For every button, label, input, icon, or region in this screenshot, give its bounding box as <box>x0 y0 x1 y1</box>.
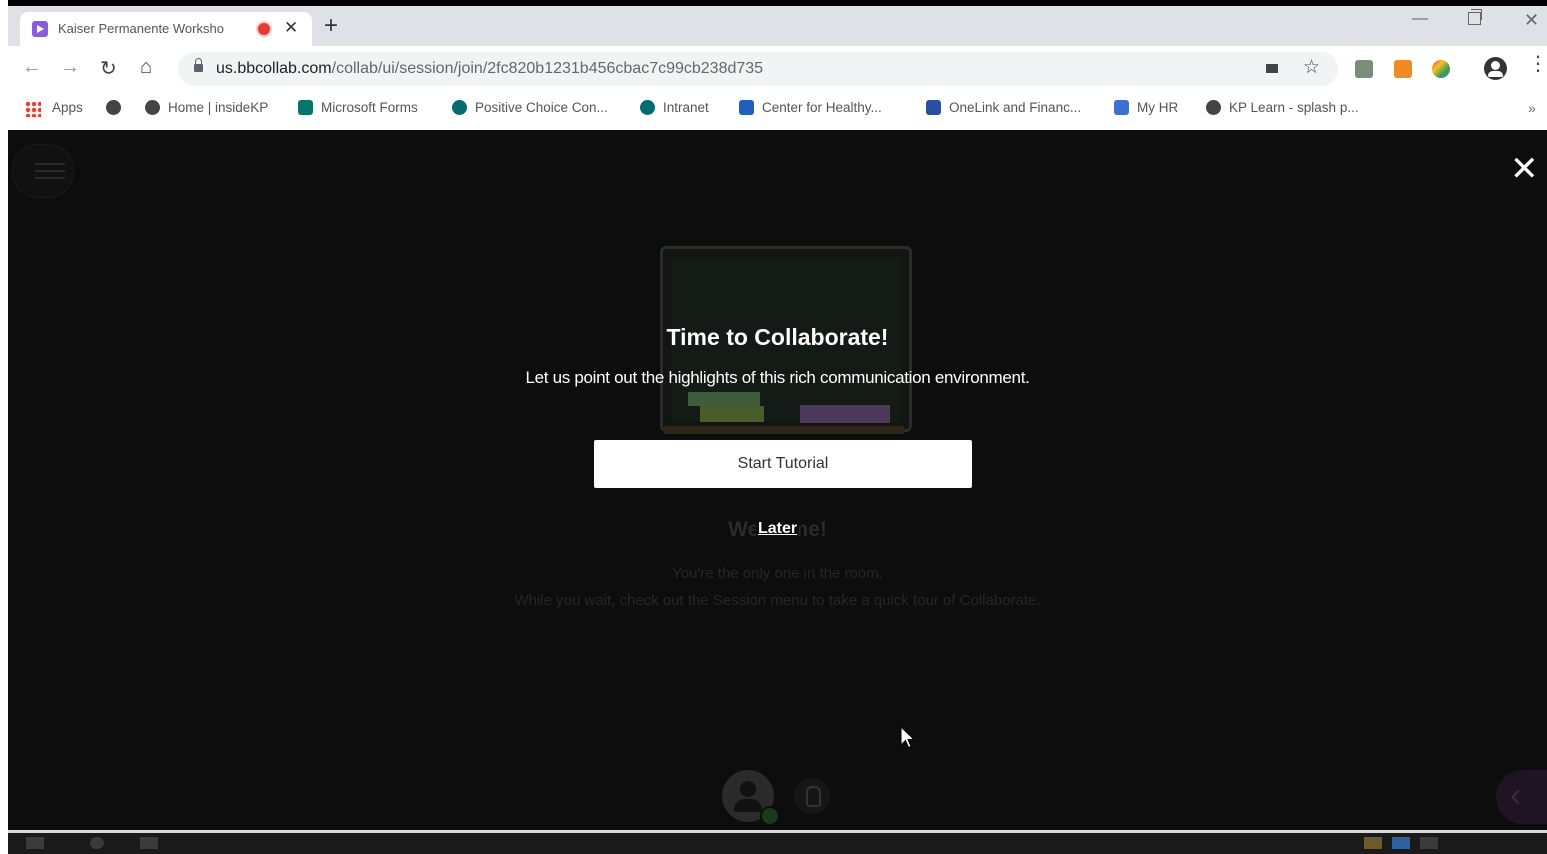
search-icon[interactable] <box>90 837 104 849</box>
bookmarks-overflow-icon[interactable]: » <box>1528 100 1536 116</box>
tray-icon[interactable] <box>1364 837 1382 849</box>
close-window-button[interactable]: ✕ <box>1524 10 1539 31</box>
reload-icon[interactable]: ↻ <box>100 56 117 81</box>
bookmark-my-hr[interactable]: My HR <box>1114 100 1178 115</box>
camera-in-use-icon[interactable] <box>1266 64 1278 73</box>
raise-hand-icon[interactable] <box>794 778 830 814</box>
online-status-icon <box>760 806 780 826</box>
calendar-icon <box>1114 100 1129 115</box>
new-tab-button[interactable]: + <box>324 12 338 40</box>
bookmarks-bar: Apps Home | insideKP Microsoft Forms Pos… <box>8 92 1547 130</box>
browser-toolbar: ← → ↻ ⌂ us.bbcollab.com/collab/ui/sessio… <box>8 46 1547 92</box>
sharepoint-icon <box>452 100 467 115</box>
extension-icon[interactable] <box>1394 60 1412 78</box>
forward-arrow-icon[interactable]: → <box>60 56 80 79</box>
books-illustration <box>800 405 890 423</box>
lock-icon <box>194 58 203 72</box>
bookmark-microsoft-forms[interactable]: Microsoft Forms <box>298 100 418 115</box>
apps-grid-icon[interactable] <box>25 101 41 117</box>
bookmark-intranet[interactable]: Intranet <box>640 100 709 115</box>
later-link[interactable]: Later <box>755 520 800 537</box>
bookmark-globe[interactable] <box>106 100 129 115</box>
forms-icon <box>298 100 313 115</box>
document-icon <box>739 100 754 115</box>
close-tutorial-icon[interactable]: ✕ <box>1510 152 1539 186</box>
start-icon[interactable] <box>26 837 44 849</box>
session-menu-button[interactable] <box>12 144 74 198</box>
task-view-icon[interactable] <box>140 837 158 849</box>
collaborate-session: ✕ Welcome! You're the only one in the ro… <box>8 130 1547 830</box>
mouse-cursor-icon <box>900 726 916 749</box>
extension-icon[interactable] <box>1355 60 1373 78</box>
minimize-window-button[interactable]: — <box>1412 10 1428 28</box>
browser-tab-strip: Kaiser Permanente Worksho ✕ + — ✕ <box>8 6 1547 46</box>
room-status-text: You're the only one in the room. <box>672 565 883 582</box>
bookmark-onelink[interactable]: OneLink and Financ... <box>926 100 1081 115</box>
url-text: us.bbcollab.com/collab/ui/session/join/2… <box>216 60 764 77</box>
globe-icon <box>106 100 121 115</box>
people-icon <box>926 100 941 115</box>
bookmark-positive-choice[interactable]: Positive Choice Con... <box>452 100 608 115</box>
books-illustration <box>700 406 764 422</box>
start-tutorial-button[interactable]: Start Tutorial <box>594 440 972 488</box>
sharepoint-icon <box>640 100 655 115</box>
collaborate-panel-toggle[interactable] <box>1496 770 1547 824</box>
tray-icon[interactable] <box>1420 837 1438 849</box>
extension-icon[interactable] <box>1432 60 1450 78</box>
globe-icon <box>1206 100 1221 115</box>
screen-border-left <box>0 0 8 854</box>
address-bar[interactable]: us.bbcollab.com/collab/ui/session/join/2… <box>178 52 1338 86</box>
recording-indicator-icon <box>258 23 270 35</box>
bookmark-kp-learn[interactable]: KP Learn - splash p... <box>1206 100 1359 115</box>
tutorial-subtitle: Let us point out the highlights of this … <box>525 368 1030 387</box>
tutorial-title: Time to Collaborate! <box>666 324 889 350</box>
tab-title: Kaiser Permanente Worksho <box>58 21 224 36</box>
bookmark-apps[interactable]: Apps <box>52 100 83 115</box>
books-illustration <box>688 392 760 406</box>
bookmark-star-icon[interactable]: ☆ <box>1303 56 1320 79</box>
tray-icon[interactable] <box>1392 837 1410 849</box>
room-hint-text: While you wait, check out the Session me… <box>514 592 1041 609</box>
later-link-wrapper: Later <box>8 520 1547 538</box>
browser-tab[interactable]: Kaiser Permanente Worksho ✕ <box>20 12 312 46</box>
browser-menu-icon[interactable]: ⋮ <box>1528 54 1547 74</box>
collaborate-favicon-icon <box>32 21 48 37</box>
bookmark-center-for-healthy[interactable]: Center for Healthy... <box>739 100 882 115</box>
os-taskbar <box>8 833 1547 854</box>
globe-icon <box>145 100 160 115</box>
shelf-illustration <box>664 426 904 434</box>
home-icon[interactable]: ⌂ <box>140 56 152 79</box>
restore-window-button[interactable] <box>1468 9 1482 25</box>
back-arrow-icon[interactable]: ← <box>22 56 42 79</box>
bookmark-home-insidekp[interactable]: Home | insideKP <box>145 100 268 115</box>
profile-avatar-icon[interactable] <box>1484 57 1507 80</box>
tab-close-icon[interactable]: ✕ <box>284 18 298 38</box>
